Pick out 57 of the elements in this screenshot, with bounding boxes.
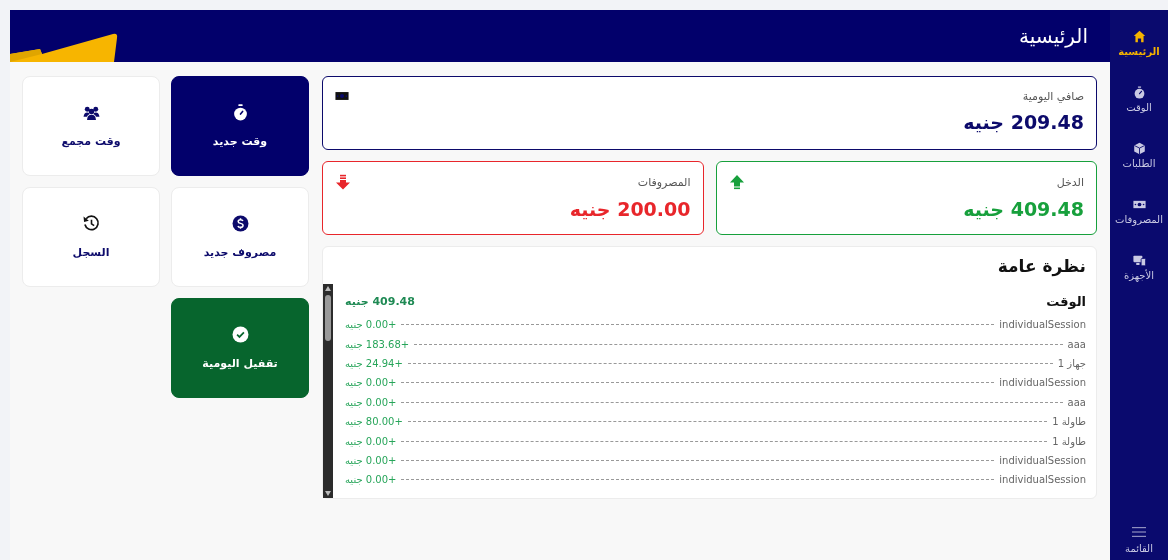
check-icon <box>231 326 249 343</box>
nav-item[interactable]: المصروفات <box>1115 198 1163 254</box>
banknote-icon <box>335 89 349 103</box>
item-name: aaa <box>1067 338 1086 350</box>
item-name: aaa <box>1067 396 1086 408</box>
people-icon <box>82 104 100 121</box>
menu-icon <box>1131 524 1147 540</box>
dollar-icon <box>231 215 249 232</box>
item-amount: +0.00 جنيه <box>345 454 397 466</box>
item-name: individualSession <box>999 377 1086 389</box>
card-label: الدخل <box>1056 175 1084 189</box>
menu-button[interactable]: القائمة <box>1125 524 1153 554</box>
devices-icon <box>1132 254 1146 267</box>
box-icon <box>1132 142 1146 155</box>
item-name: طاولة 1 <box>1052 435 1086 447</box>
item-amount: +0.00 جنيه <box>345 435 397 447</box>
scrollbar[interactable] <box>323 284 333 498</box>
section-title: الوقت <box>1046 294 1086 309</box>
card-label: صافي اليومية <box>1022 89 1084 103</box>
item-amount: +0.00 جنيه <box>345 474 397 486</box>
overview-title: نظرة عامة <box>996 255 1087 279</box>
arrow-down-icon <box>335 174 351 190</box>
stopwatch-icon <box>1132 86 1146 99</box>
banknote-icon <box>1132 198 1146 211</box>
card-value: 409.48 جنيه <box>962 198 1084 220</box>
item-name: individualSession <box>999 474 1086 486</box>
item-amount: +24.94 جنيه <box>345 357 403 369</box>
card-label: المصروفات <box>637 175 691 189</box>
action-button[interactable]: السجل <box>22 187 160 287</box>
action-button[interactable]: وقت مجمع <box>22 76 160 176</box>
nav-item[interactable]: الرئيسية <box>1118 30 1160 86</box>
item-amount: +0.00 جنيه <box>345 319 397 331</box>
home-icon <box>1132 30 1146 43</box>
action-button[interactable]: وقت جديد <box>171 76 309 176</box>
item-amount: +80.00 جنيه <box>345 416 403 428</box>
section-total: 409.48 جنيه <box>345 295 415 308</box>
page-title: الرئيسية <box>1019 24 1088 48</box>
stopwatch-icon <box>231 104 249 121</box>
scroll-down-icon[interactable] <box>325 490 331 496</box>
item-amount: +0.00 جنيه <box>345 377 397 389</box>
item-name: طاولة 1 <box>1052 416 1086 428</box>
action-button[interactable]: مصروف جديد <box>171 187 309 287</box>
card-value: 200.00 جنيه <box>568 198 691 220</box>
nav-item[interactable]: الوقت <box>1126 86 1152 142</box>
scroll-up-icon[interactable] <box>325 286 331 291</box>
scrollbar-thumb[interactable] <box>325 295 331 341</box>
item-amount: +183.68 جنيه <box>345 338 410 350</box>
history-icon <box>82 215 100 232</box>
item-name: individualSession <box>999 454 1086 466</box>
action-button[interactable]: تقفيل اليومية <box>171 298 309 398</box>
arrow-up-icon <box>728 174 745 190</box>
item-name: individualSession <box>999 319 1086 331</box>
item-name: جهاز 1 <box>1057 357 1086 369</box>
card-value: 209.48 جنيه <box>962 111 1084 133</box>
nav-item[interactable]: الطلبات <box>1122 142 1156 198</box>
nav-item[interactable]: الأجهزة <box>1124 254 1154 310</box>
item-amount: +0.00 جنيه <box>345 396 397 408</box>
